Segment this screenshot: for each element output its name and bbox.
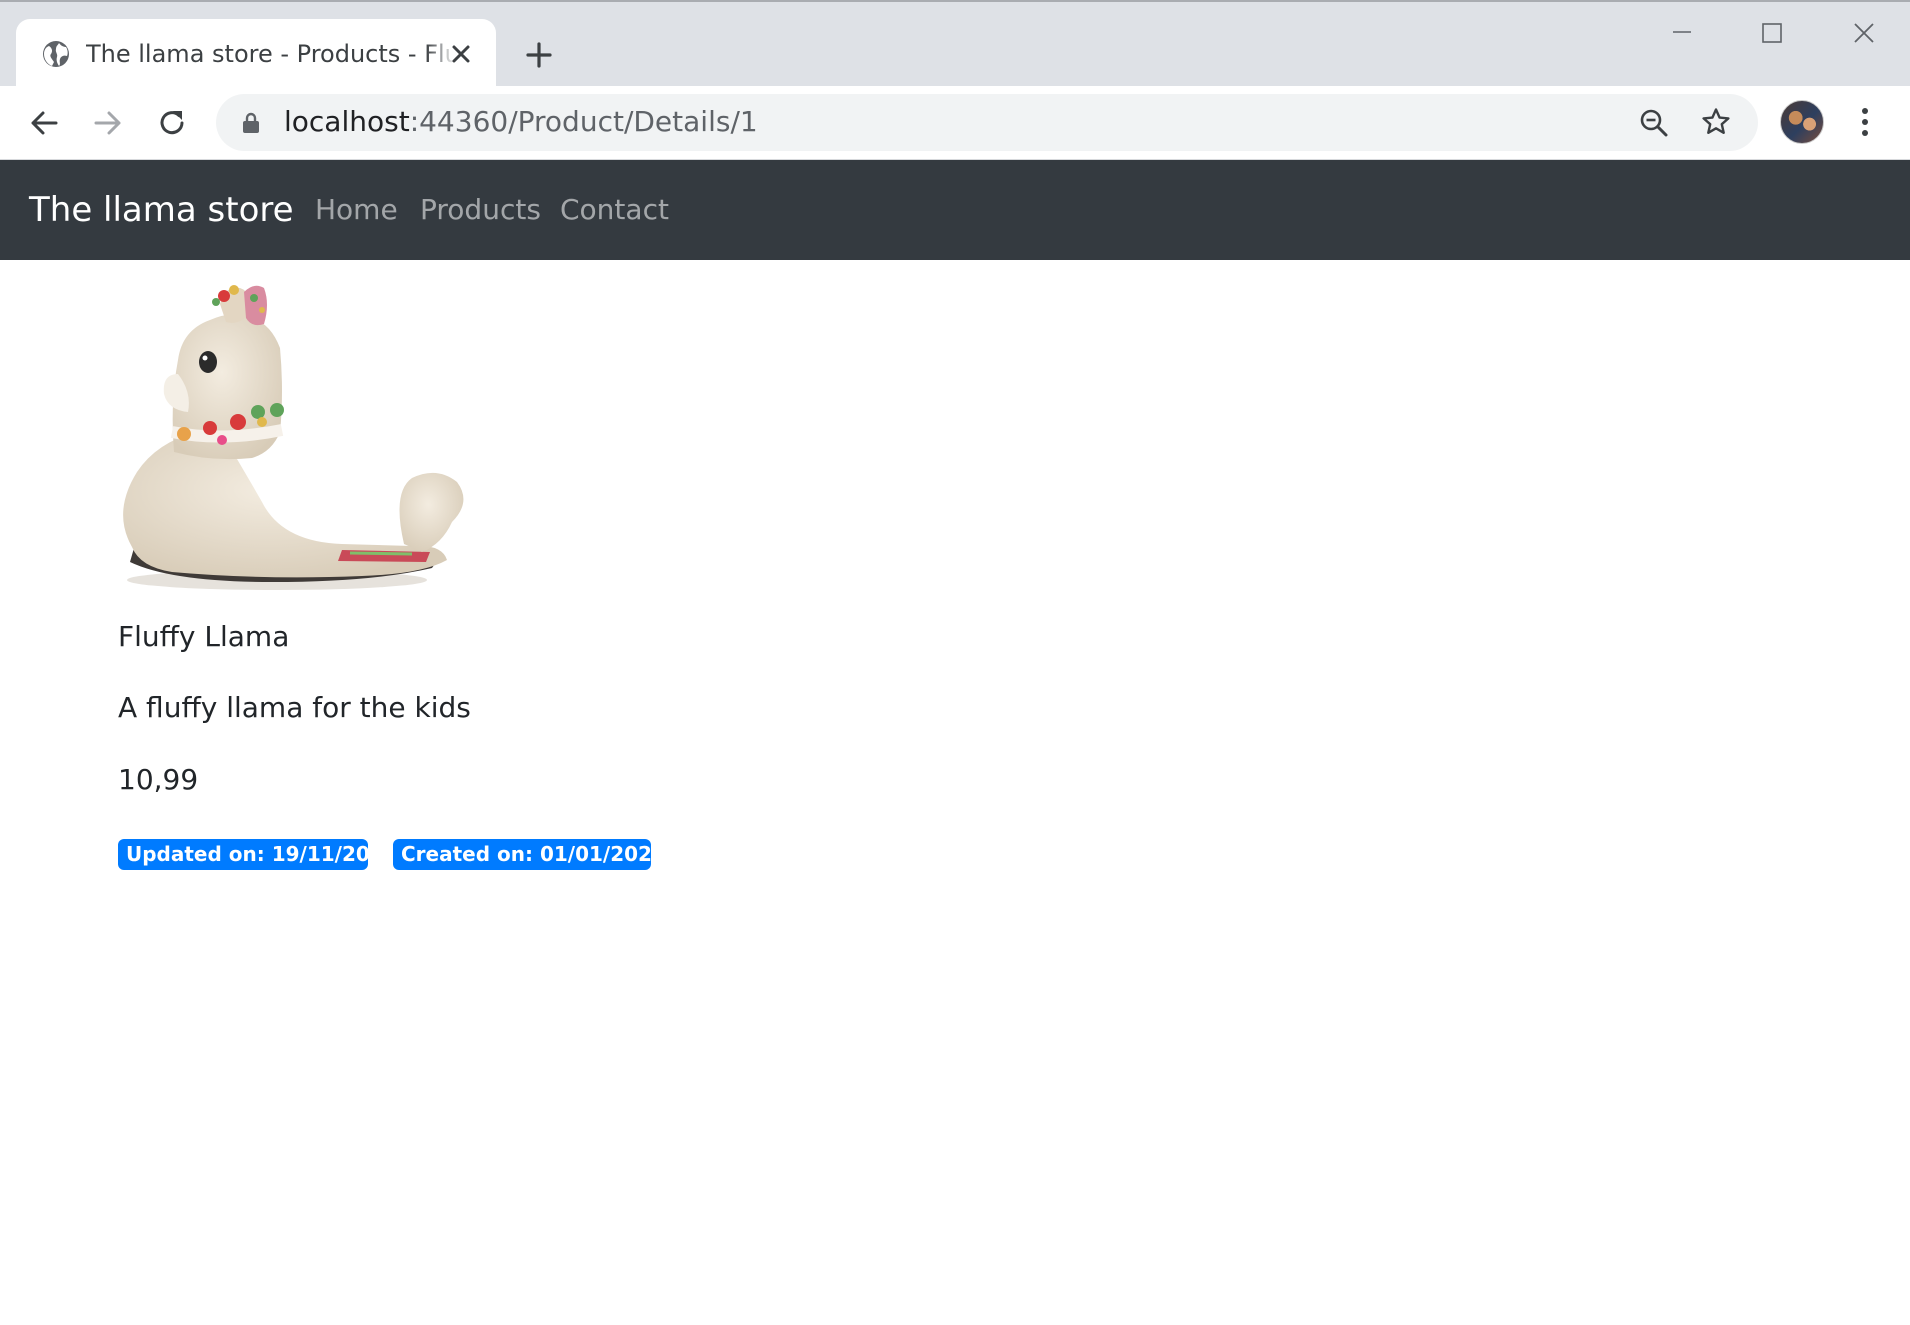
zoom-out-icon[interactable] [1638, 107, 1670, 139]
url-path: :44360/Product/Details/1 [409, 105, 758, 138]
close-tab-icon[interactable] [450, 43, 472, 65]
browser-tab-strip: The llama store - Products - Fluffy Llam… [0, 0, 1910, 88]
brand-link[interactable]: The llama store [29, 188, 294, 232]
site-navbar: The llama store Home Products Contact [0, 160, 1910, 260]
forward-arrow-icon[interactable] [90, 105, 126, 141]
nav-home-link[interactable]: Home [315, 190, 398, 230]
profile-avatar[interactable] [1780, 100, 1824, 144]
lock-icon[interactable] [242, 112, 260, 134]
new-tab-icon[interactable] [523, 39, 555, 71]
url-host: localhost [284, 105, 410, 138]
product-name: Fluffy Llama [118, 620, 290, 653]
bookmark-star-icon[interactable] [1700, 106, 1732, 138]
minimize-icon[interactable] [1652, 16, 1712, 52]
product-image [123, 285, 464, 590]
reload-icon[interactable] [154, 105, 190, 141]
globe-icon [43, 41, 69, 67]
tab-title: The llama store - Products - Fluffy Llam… [86, 40, 456, 68]
nav-contact-link[interactable]: Contact [560, 190, 669, 230]
product-price: 10,99 [118, 763, 199, 796]
browser-toolbar: localhost:44360/Product/Details/1 [0, 86, 1910, 160]
created-on-badge: Created on: 01/01/2020 [393, 839, 666, 870]
updated-on-badge: Updated on: 19/11/2020 [118, 839, 398, 870]
nav-products-link[interactable]: Products [420, 190, 541, 230]
back-arrow-icon[interactable] [26, 105, 62, 141]
address-bar[interactable]: localhost:44360/Product/Details/1 [216, 94, 1758, 151]
close-window-icon[interactable] [1834, 16, 1894, 52]
browser-tab[interactable]: The llama store - Products - Fluffy Llam… [16, 19, 496, 88]
product-description: A fluffy llama for the kids [118, 691, 471, 724]
maximize-icon[interactable] [1742, 16, 1802, 52]
url-text[interactable]: localhost:44360/Product/Details/1 [284, 104, 758, 140]
more-menu-icon[interactable] [1850, 104, 1880, 140]
